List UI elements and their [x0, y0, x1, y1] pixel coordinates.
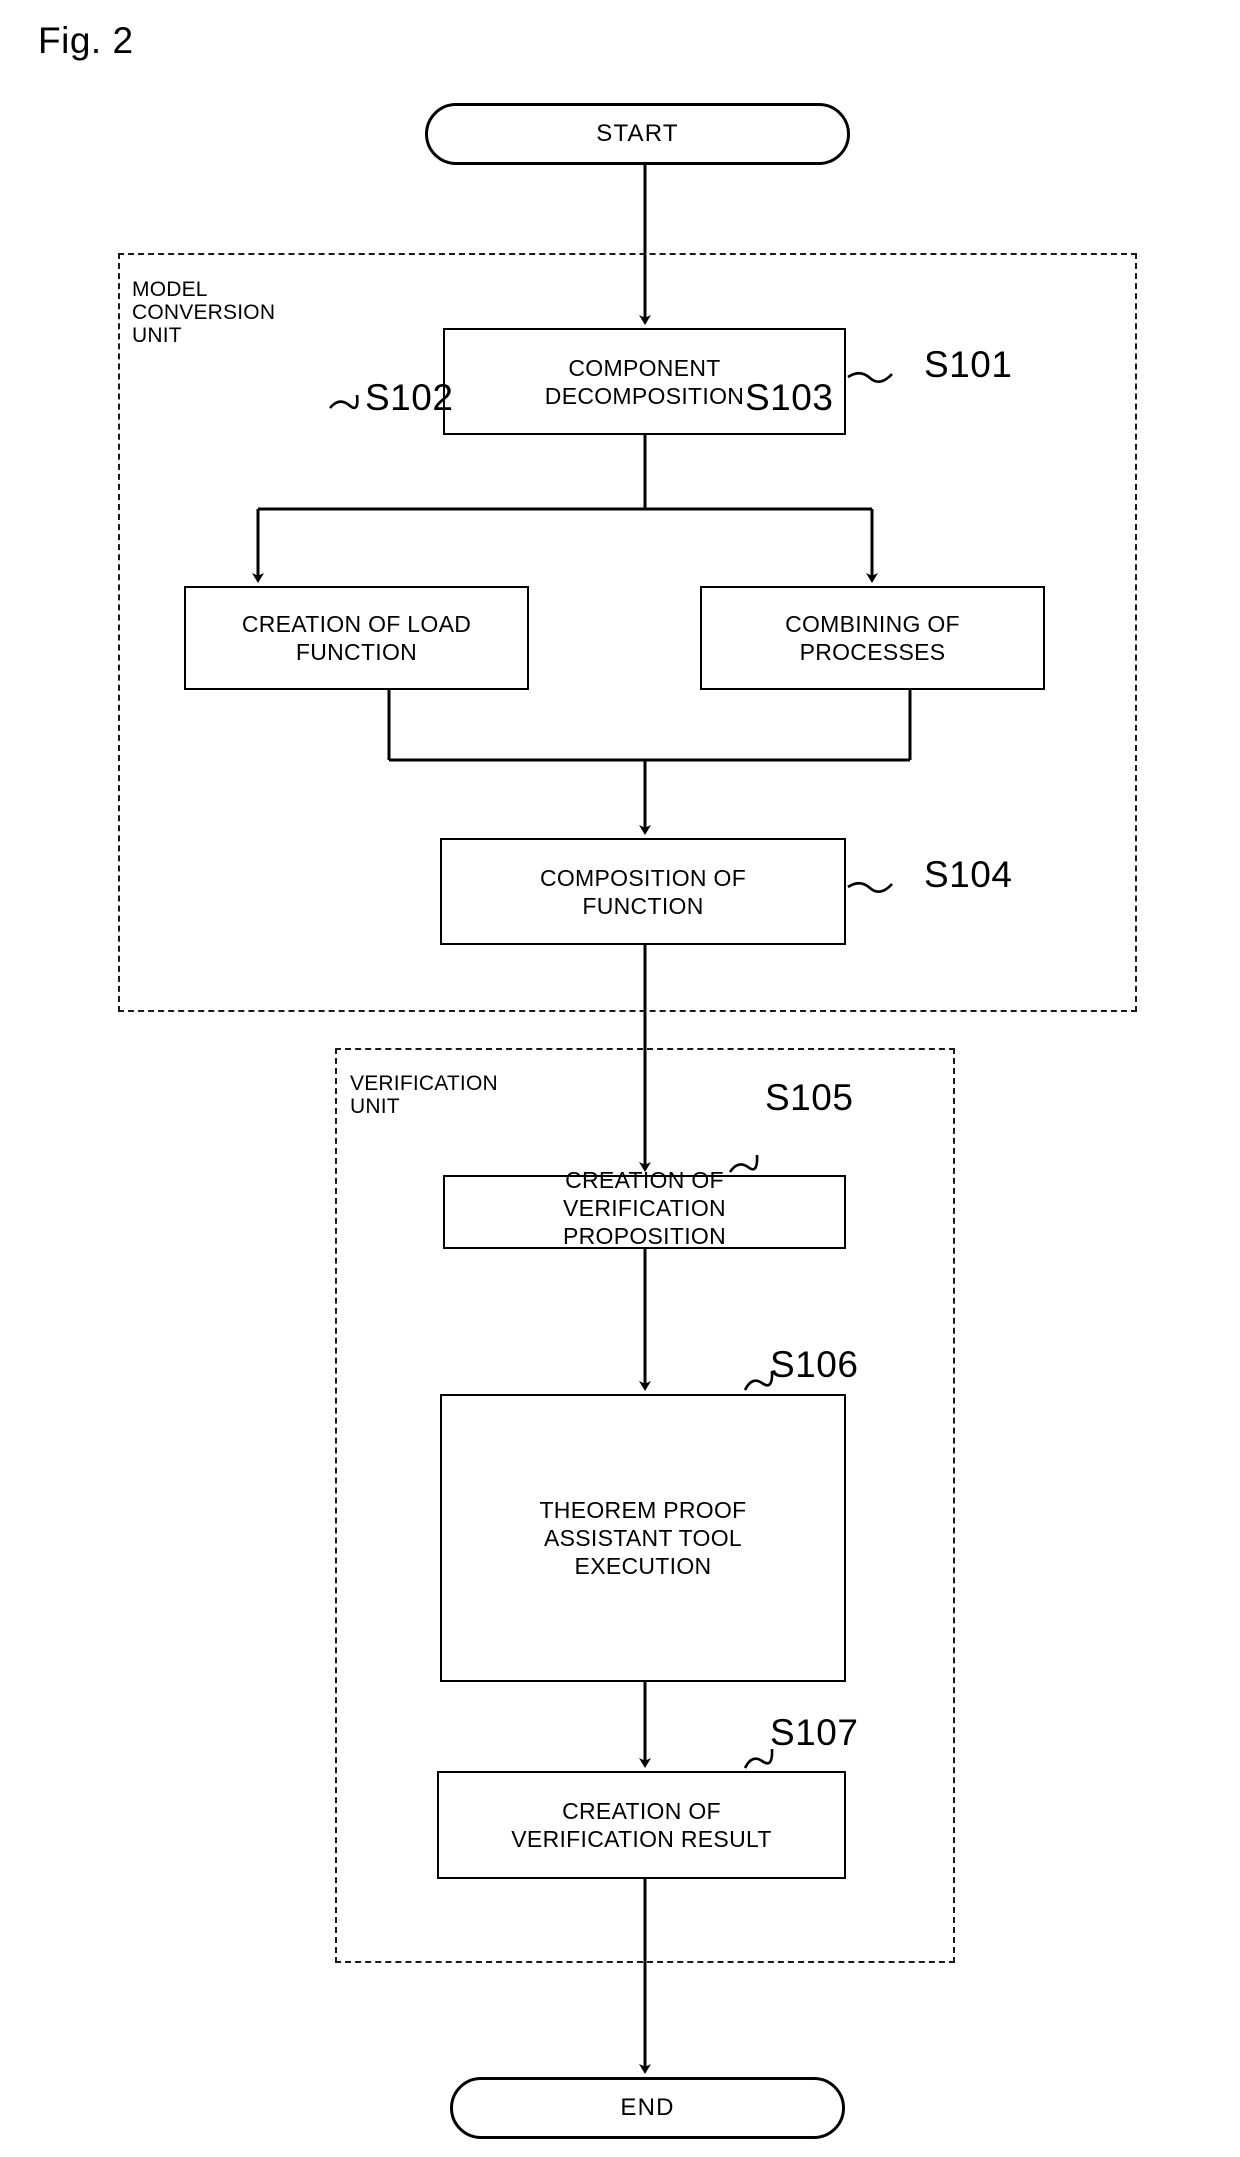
node-label-s106: THEOREM PROOF ASSISTANT TOOL EXECUTION — [539, 1497, 747, 1579]
step-label-s107: S107 — [770, 1712, 859, 1753]
node-creation-of-load-function[interactable]: CREATION OF LOAD FUNCTION — [184, 586, 529, 690]
node-label-s105: CREATION OF VERIFICATION PROPOSITION — [562, 1167, 727, 1249]
step-label-s104: S104 — [924, 854, 1013, 895]
step-label-s105: S105 — [765, 1077, 854, 1118]
step-label-s106: S106 — [770, 1344, 859, 1385]
terminal-end[interactable]: END — [450, 2077, 845, 2139]
node-creation-of-verification-proposition[interactable]: CREATION OF VERIFICATION PROPOSITION — [443, 1167, 846, 1249]
step-label-s101: S101 — [924, 344, 1013, 385]
node-label-s104: COMPOSITION OF FUNCTION — [539, 864, 747, 919]
step-label-s103: S103 — [745, 377, 834, 418]
terminal-start-label: START — [596, 120, 679, 147]
node-label-s101: COMPONENT DECOMPOSITION — [544, 354, 745, 409]
group-label-model-conversion-unit: MODEL CONVERSION UNIT — [132, 278, 276, 347]
node-label-s102: CREATION OF LOAD FUNCTION — [241, 611, 472, 665]
node-composition-of-function[interactable]: COMPOSITION OF FUNCTION — [440, 838, 846, 945]
figure-root: Fig. 2 MODEL CONVERSION UNIT VERIFICATIO… — [0, 0, 1240, 2157]
node-creation-of-verification-result[interactable]: CREATION OF VERIFICATION RESULT — [437, 1771, 846, 1879]
node-label-s107: CREATION OF VERIFICATION RESULT — [511, 1798, 772, 1852]
figure-caption: Fig. 2 — [38, 20, 134, 61]
node-label-s103: COMBINING OF PROCESSES — [785, 611, 960, 665]
group-label-verification-unit: VERIFICATION UNIT — [350, 1072, 498, 1118]
node-theorem-proof-assistant-tool-execution[interactable]: THEOREM PROOF ASSISTANT TOOL EXECUTION — [440, 1394, 846, 1682]
node-combining-of-processes[interactable]: COMBINING OF PROCESSES — [700, 586, 1045, 690]
terminal-start[interactable]: START — [425, 103, 850, 165]
step-label-s102: S102 — [365, 377, 454, 418]
terminal-end-label: END — [620, 2094, 675, 2121]
